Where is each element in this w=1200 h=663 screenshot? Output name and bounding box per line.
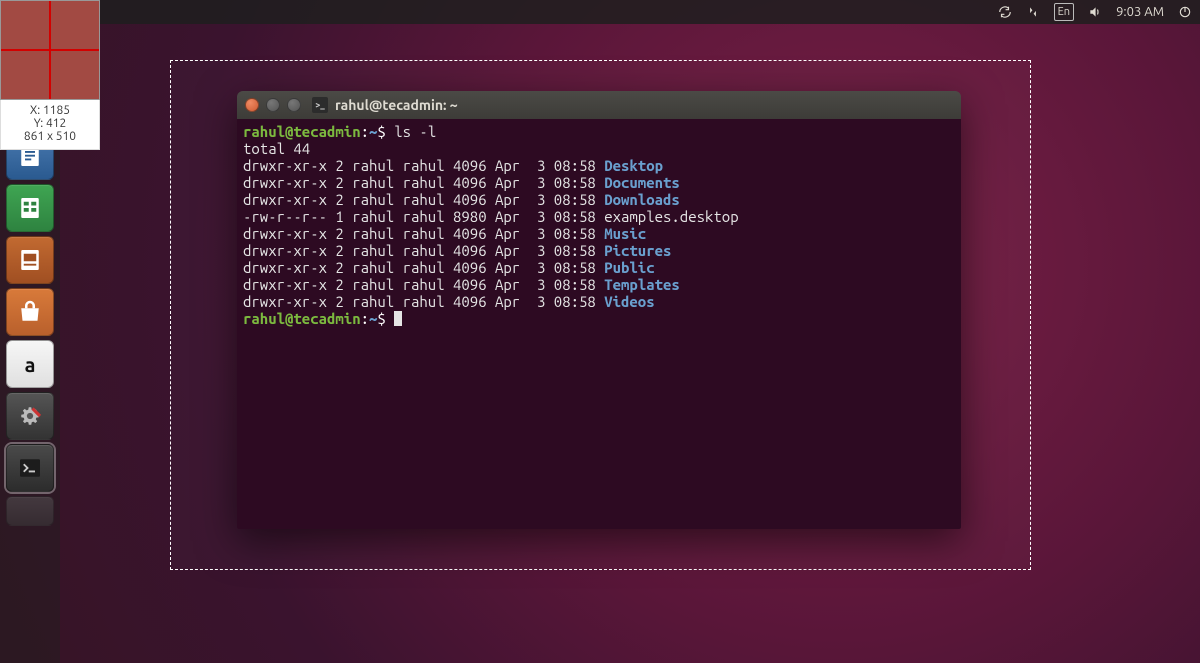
window-title: rahul@tecadmin: ~ [335, 97, 458, 113]
terminal-cursor [394, 311, 402, 326]
magnifier-info: X: 1185 Y: 412 861 x 510 [0, 100, 100, 150]
magnifier-coord-x: X: 1185 [1, 104, 99, 117]
magnifier-dims: 861 x 510 [1, 130, 99, 143]
terminal-body[interactable]: rahul@tecadmin:~$ ls -l total 44 drwxr-x… [237, 119, 961, 529]
screenshot-magnifier: X: 1185 Y: 412 861 x 510 [0, 0, 100, 150]
launcher-item-amazon[interactable]: a [6, 340, 54, 388]
launcher-item-overflow[interactable] [6, 496, 54, 526]
keyboard-indicator[interactable]: En [1054, 3, 1074, 21]
sound-icon[interactable] [1088, 3, 1102, 21]
window-titlebar[interactable]: >_ rahul@tecadmin: ~ [237, 91, 961, 119]
window-close-button[interactable] [245, 98, 259, 112]
launcher-item-software[interactable] [6, 288, 54, 336]
launcher-item-terminal[interactable] [6, 444, 54, 492]
top-panel: En 9:03 AM [0, 0, 1200, 24]
launcher-item-settings[interactable] [6, 392, 54, 440]
magnifier-crosshair-icon [0, 0, 100, 100]
refresh-icon[interactable] [998, 3, 1012, 21]
clock[interactable]: 9:03 AM [1116, 3, 1164, 21]
launcher-item-impress[interactable] [6, 236, 54, 284]
terminal-icon: >_ [312, 97, 328, 113]
launcher-item-calc[interactable] [6, 184, 54, 232]
magnifier-coord-y: Y: 412 [1, 117, 99, 130]
network-icon[interactable] [1026, 3, 1040, 21]
terminal-window[interactable]: >_ rahul@tecadmin: ~ rahul@tecadmin:~$ l… [237, 91, 961, 529]
window-maximize-button[interactable] [287, 98, 301, 112]
window-minimize-button[interactable] [266, 98, 280, 112]
power-icon[interactable] [1178, 3, 1192, 21]
